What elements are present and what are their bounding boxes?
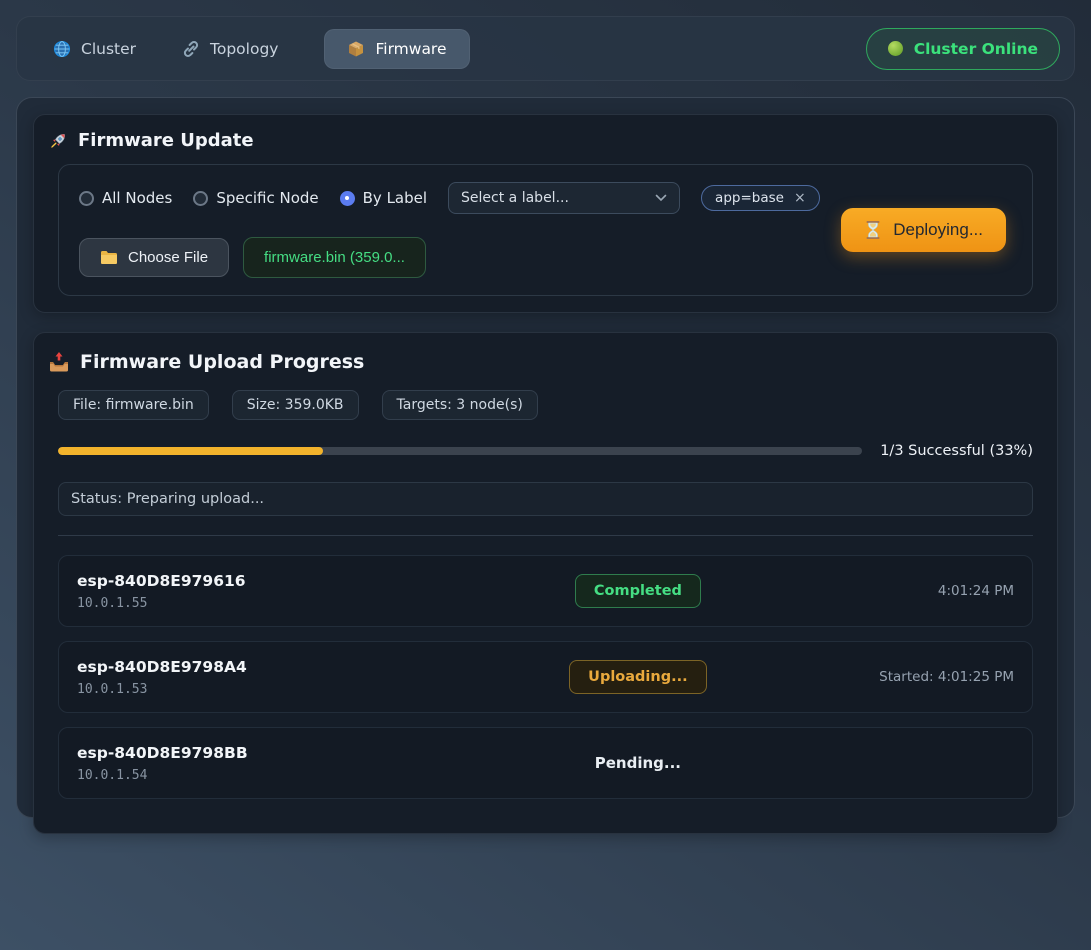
node-name: esp-840D8E979616: [77, 572, 452, 590]
cluster-online-label: Cluster Online: [914, 40, 1038, 58]
status-box: Status: Preparing upload...: [58, 482, 1033, 516]
node-ip: 10.0.1.54: [77, 768, 452, 783]
outbox-tray-icon: [48, 351, 70, 373]
main-content: Firmware Update All Nodes Specific Node …: [16, 97, 1075, 818]
node-name: esp-840D8E9798A4: [77, 658, 452, 676]
radio-specific-node-label: Specific Node: [216, 189, 318, 207]
deploy-button[interactable]: Deploying...: [841, 208, 1006, 252]
radio-all-nodes[interactable]: All Nodes: [79, 189, 172, 207]
node-status-text: Pending...: [595, 754, 681, 772]
node-row-esp-840D8E979616: esp-840D8E979616 10.0.1.55 Completed 4:0…: [58, 555, 1033, 627]
label-chip-text: app=base: [715, 190, 784, 206]
tab-firmware-label: Firmware: [375, 40, 446, 58]
selected-file-button[interactable]: firmware.bin (359.0...: [243, 237, 426, 278]
upload-meta-row: File: firmware.bin Size: 359.0KB Targets…: [58, 390, 1033, 420]
chip-remove-icon[interactable]: ×: [794, 190, 806, 206]
radio-by-label[interactable]: By Label: [340, 189, 427, 207]
firmware-update-card: Firmware Update All Nodes Specific Node …: [33, 114, 1058, 313]
choose-file-label: Choose File: [128, 249, 208, 266]
firmware-update-title-text: Firmware Update: [78, 130, 254, 151]
tab-topology-label: Topology: [210, 40, 278, 58]
radio-by-label-circle[interactable]: [340, 191, 355, 206]
progress-bar-track: [58, 447, 862, 455]
node-name: esp-840D8E9798BB: [77, 744, 452, 762]
label-select-dropdown[interactable]: Select a label...: [448, 182, 680, 214]
meta-chip-size: Size: 359.0KB: [232, 390, 359, 420]
node-row-esp-840D8E9798A4: esp-840D8E9798A4 10.0.1.53 Uploading... …: [58, 641, 1033, 713]
upload-progress-title: Firmware Upload Progress: [48, 351, 1033, 373]
cluster-online-badge[interactable]: Cluster Online: [866, 28, 1060, 70]
radio-all-nodes-label: All Nodes: [102, 189, 172, 207]
radio-by-label-label: By Label: [363, 189, 427, 207]
online-status-dot: [888, 41, 903, 56]
firmware-update-title: Firmware Update: [48, 130, 1033, 151]
tab-topology[interactable]: Topology: [182, 29, 278, 69]
node-row-esp-840D8E9798BB: esp-840D8E9798BB 10.0.1.54 Pending...: [58, 727, 1033, 799]
hourglass-icon: [864, 220, 882, 240]
label-select-placeholder: Select a label...: [461, 190, 569, 206]
node-timestamp: Started: 4:01:25 PM: [824, 669, 1014, 685]
tab-cluster[interactable]: Cluster: [53, 29, 136, 69]
selected-file-label: firmware.bin (359.0...: [264, 249, 405, 266]
top-navbar: Cluster Topology Firmware Cluster Online: [16, 16, 1075, 81]
node-status-badge: Uploading...: [569, 660, 706, 694]
folder-icon: [100, 250, 118, 265]
upload-progress-card: Firmware Upload Progress File: firmware.…: [33, 332, 1058, 834]
progress-row: 1/3 Successful (33%): [58, 443, 1033, 459]
globe-icon: [53, 40, 71, 58]
rocket-icon: [48, 131, 68, 151]
section-divider: [58, 535, 1033, 536]
deploy-form: All Nodes Specific Node By Label Select …: [58, 164, 1033, 296]
meta-chip-file: File: firmware.bin: [58, 390, 209, 420]
node-status-badge: Completed: [575, 574, 701, 608]
link-icon: [182, 40, 200, 58]
radio-specific-node-circle[interactable]: [193, 191, 208, 206]
upload-progress-title-text: Firmware Upload Progress: [80, 351, 364, 373]
chevron-down-icon: [655, 194, 667, 202]
progress-bar-fill: [58, 447, 323, 455]
package-icon: [347, 40, 365, 58]
choose-file-button[interactable]: Choose File: [79, 238, 229, 277]
meta-chip-targets: Targets: 3 node(s): [382, 390, 538, 420]
progress-label: 1/3 Successful (33%): [880, 443, 1033, 459]
radio-all-nodes-circle[interactable]: [79, 191, 94, 206]
node-ip: 10.0.1.53: [77, 682, 452, 697]
tab-firmware[interactable]: Firmware: [324, 29, 469, 69]
deploy-button-label: Deploying...: [893, 220, 983, 240]
label-chip-app-base[interactable]: app=base ×: [701, 185, 820, 211]
node-ip: 10.0.1.55: [77, 596, 452, 611]
radio-specific-node[interactable]: Specific Node: [193, 189, 318, 207]
node-timestamp: 4:01:24 PM: [824, 583, 1014, 599]
tab-cluster-label: Cluster: [81, 40, 136, 58]
